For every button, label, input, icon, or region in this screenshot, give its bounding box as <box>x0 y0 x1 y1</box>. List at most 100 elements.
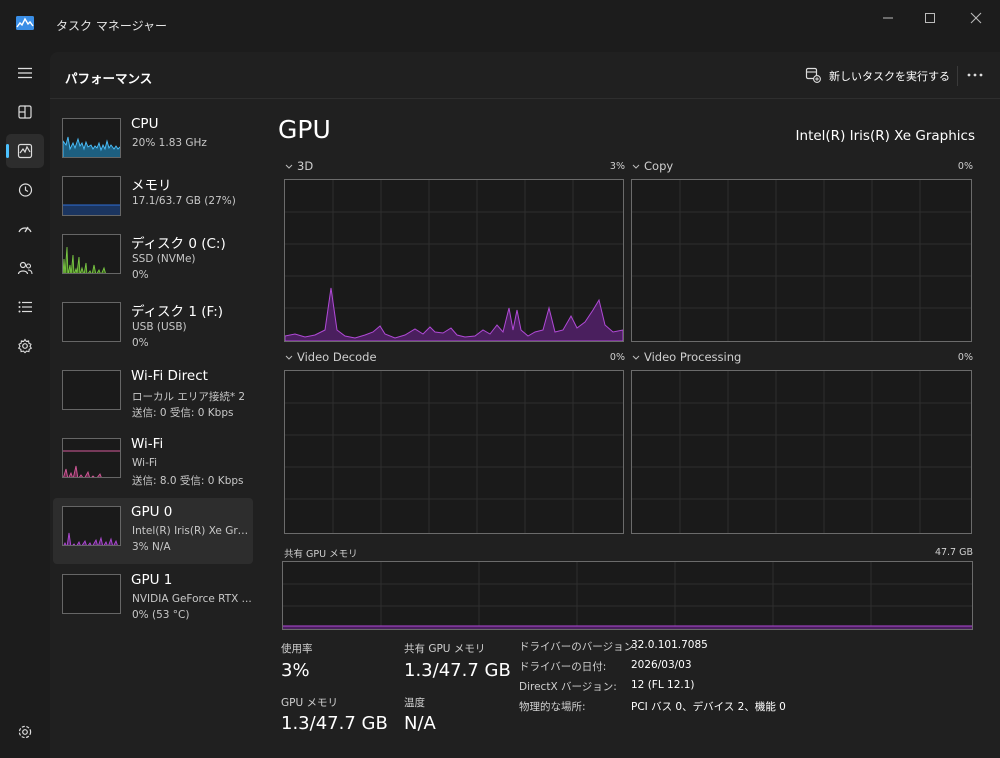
title-bar: タスク マネージャー <box>0 0 1000 48</box>
device-name: ディスク 1 (F:) <box>131 304 224 320</box>
gpu-heading: GPU <box>278 115 331 144</box>
device-wifi[interactable]: Wi-Fi Wi-Fi 送信: 8.0 受信: 0 Kbps <box>53 430 253 496</box>
shared-memory-stat-value: 1.3/47.7 GB <box>404 660 511 681</box>
device-name: Wi-Fi Direct <box>131 368 208 384</box>
device-usage: 0% <box>132 269 149 281</box>
utilization-label: 使用率 <box>281 643 313 655</box>
settings-button[interactable] <box>6 715 44 749</box>
navigation-rail <box>0 48 50 758</box>
engine-selector-video-processing[interactable]: Video Processing <box>632 350 741 364</box>
temperature-label: 温度 <box>404 697 425 709</box>
users-icon <box>17 261 33 275</box>
device-name: GPU 1 <box>131 572 173 588</box>
info-key: DirectX バージョン: <box>519 681 617 693</box>
performance-button[interactable] <box>6 134 44 168</box>
chevron-down-icon <box>285 355 293 360</box>
minimize-icon <box>883 17 893 19</box>
window-title: タスク マネージャー <box>56 19 167 33</box>
shared-memory-graph <box>282 561 973 630</box>
new-task-icon <box>805 67 821 83</box>
info-value: PCI バス 0、デバイス 2、機能 0 <box>631 701 786 713</box>
engine-selector-3d[interactable]: 3D <box>285 159 313 173</box>
new-task-label: 新しいタスクを実行する <box>829 70 950 83</box>
device-usage: 0% (53 °C) <box>132 609 190 621</box>
task-manager-logo-icon <box>16 16 34 30</box>
wifi-thumbnail-graph <box>62 438 121 478</box>
more-options-button[interactable] <box>960 62 990 88</box>
device-detail: Intel(R) Iris(R) Xe Graphics <box>132 525 254 537</box>
task-manager-window: タスク マネージャー パフォーマンス 新しいタスクを実行する CPU 20% 1… <box>0 0 1000 758</box>
device-detail: NVIDIA GeForce RTX ... <box>132 593 252 605</box>
active-indicator <box>6 144 9 158</box>
shared-memory-graph-label: 共有 GPU メモリ <box>284 549 358 560</box>
gpu0-thumbnail-graph <box>62 506 121 546</box>
device-gpu-0[interactable]: GPU 0 Intel(R) Iris(R) Xe Graphics 3% N/… <box>53 498 254 564</box>
services-button[interactable] <box>6 329 44 363</box>
startup-apps-button[interactable] <box>6 212 44 246</box>
performance-icon <box>17 143 33 159</box>
engine-selector-copy[interactable]: Copy <box>632 159 673 173</box>
minimize-button[interactable] <box>870 6 906 30</box>
wifi-direct-thumbnail-graph <box>62 370 121 410</box>
processes-icon <box>18 105 32 119</box>
engine-graph-video-processing <box>631 370 972 534</box>
memory-thumbnail-graph <box>62 176 121 216</box>
info-key: ドライバーのバージョン: <box>519 641 638 653</box>
engine-label: Video Processing <box>644 350 742 364</box>
maximize-button[interactable] <box>912 6 948 30</box>
details-button[interactable] <box>6 290 44 324</box>
device-disk-1[interactable]: ディスク 1 (F:) USB (USB) 0% <box>53 294 253 360</box>
gpu-memory-label: GPU メモリ <box>281 697 338 709</box>
info-key: 物理的な場所: <box>519 701 586 713</box>
device-detail: 17.1/63.7 GB (27%) <box>132 195 236 207</box>
device-detail: USB (USB) <box>132 321 187 333</box>
info-value: 2026/03/03 <box>631 659 692 671</box>
engine-label: 3D <box>297 159 314 173</box>
device-wifi-direct[interactable]: Wi-Fi Direct ローカル エリア接続* 2 送信: 0 受信: 0 K… <box>53 362 253 428</box>
menu-button[interactable] <box>6 56 44 90</box>
device-name: ディスク 0 (C:) <box>131 236 226 252</box>
device-cpu[interactable]: CPU 20% 1.83 GHz <box>53 110 253 176</box>
device-name: GPU 0 <box>131 504 173 520</box>
device-detail: 20% 1.83 GHz <box>132 137 207 149</box>
engine-percent: 3% <box>609 161 625 172</box>
startup-apps-icon <box>18 226 32 233</box>
engine-graph-3d <box>284 179 624 342</box>
disk1-thumbnail-graph <box>62 302 121 342</box>
device-gpu-1[interactable]: GPU 1 NVIDIA GeForce RTX ... 0% (53 °C) <box>53 566 253 632</box>
shared-memory-stat-label: 共有 GPU メモリ <box>404 643 486 655</box>
users-button[interactable] <box>6 251 44 285</box>
utilization-value: 3% <box>281 660 310 681</box>
device-throughput: 送信: 8.0 受信: 0 Kbps <box>132 475 244 487</box>
services-icon <box>17 338 33 354</box>
gpu-model-name: Intel(R) Iris(R) Xe Graphics <box>795 128 975 144</box>
shared-memory-max: 47.7 GB <box>934 547 973 558</box>
device-usage: 0% <box>132 337 149 349</box>
engine-percent: 0% <box>609 352 625 363</box>
engine-selector-video-decode[interactable]: Video Decode <box>285 350 377 364</box>
device-disk-0[interactable]: ディスク 0 (C:) SSD (NVMe) 0% <box>53 226 253 292</box>
gpu1-thumbnail-graph <box>62 574 121 614</box>
device-memory[interactable]: メモリ 17.1/63.7 GB (27%) <box>53 168 253 234</box>
device-throughput: 送信: 0 受信: 0 Kbps <box>132 407 234 419</box>
run-new-task-button[interactable]: 新しいタスクを実行する <box>795 61 950 89</box>
processes-button[interactable] <box>6 95 44 129</box>
maximize-icon <box>925 13 935 23</box>
engine-label: Video Decode <box>297 350 377 364</box>
app-history-button[interactable] <box>6 173 44 207</box>
engine-percent: 0% <box>957 352 973 363</box>
device-name: Wi-Fi <box>131 436 164 452</box>
engine-percent: 0% <box>957 161 973 172</box>
gpu-memory-value: 1.3/47.7 GB <box>281 713 388 734</box>
info-value: 12 (FL 12.1) <box>631 679 695 691</box>
engine-graph-copy <box>631 179 972 342</box>
device-detail: SSD (NVMe) <box>132 253 196 265</box>
disk0-thumbnail-graph <box>62 234 121 274</box>
chevron-down-icon <box>285 164 293 169</box>
device-name: メモリ <box>131 178 172 194</box>
page-header: パフォーマンス 新しいタスクを実行する <box>50 52 1000 99</box>
cpu-thumbnail-graph <box>62 118 121 158</box>
close-button[interactable] <box>958 6 994 30</box>
engine-graph-video-decode <box>284 370 624 534</box>
device-usage: 3% N/A <box>132 541 171 553</box>
